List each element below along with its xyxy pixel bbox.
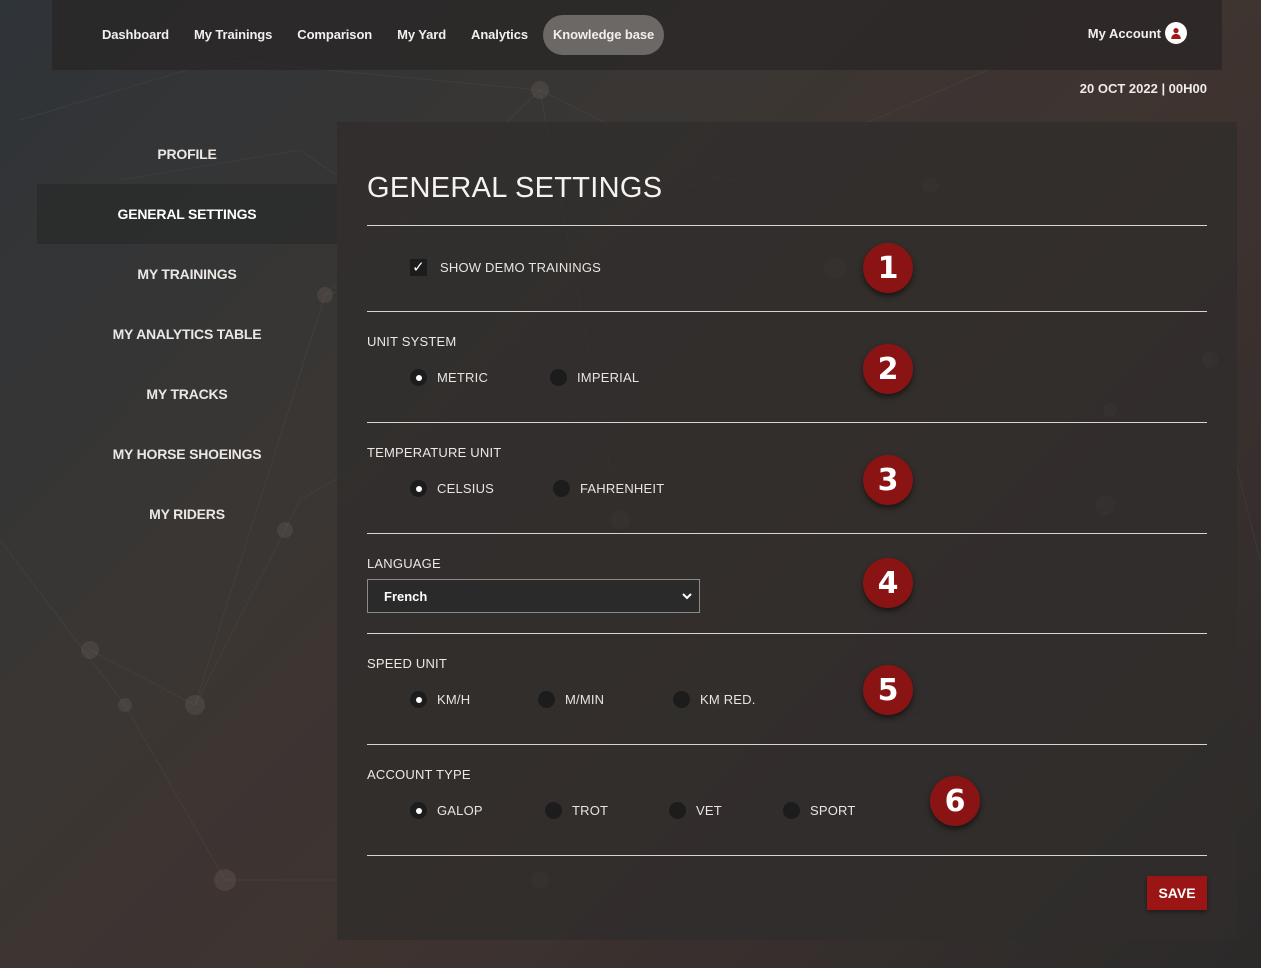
- radio-km-h[interactable]: KM/H: [410, 691, 470, 708]
- my-account-menu[interactable]: My Account: [1088, 22, 1187, 44]
- radio-unselected-icon: [783, 802, 800, 819]
- sidebar-item-profile[interactable]: PROFILE: [37, 124, 337, 184]
- divider: [367, 855, 1207, 856]
- radio-trot[interactable]: TROT: [545, 802, 608, 819]
- sidebar-item-general-settings[interactable]: GENERAL SETTINGS: [37, 184, 337, 244]
- sidebar-item-my-trainings[interactable]: MY TRAININGS: [37, 244, 337, 304]
- step-badge-3: 3: [863, 455, 913, 505]
- nav-comparison[interactable]: Comparison: [287, 15, 382, 55]
- radio-selected-icon: [410, 802, 427, 819]
- chevron-down-icon: [682, 593, 692, 600]
- unit-system-label: UNIT SYSTEM: [367, 334, 457, 349]
- nav-my-trainings[interactable]: My Trainings: [184, 15, 282, 55]
- radio-label: GALOP: [437, 803, 483, 818]
- user-icon: [1165, 22, 1187, 44]
- radio-imperial[interactable]: IMPERIAL: [550, 369, 639, 386]
- radio-label: KM RED.: [700, 692, 756, 707]
- nav-knowledge-base[interactable]: Knowledge base: [542, 15, 665, 55]
- language-label: LANGUAGE: [367, 556, 441, 571]
- sidebar-item-my-tracks[interactable]: MY TRACKS: [37, 364, 337, 424]
- step-badge-5: 5: [863, 665, 913, 715]
- divider: [367, 225, 1207, 226]
- radio-label: FAHRENHEIT: [580, 481, 665, 496]
- radio-metric[interactable]: METRIC: [410, 369, 488, 386]
- radio-vet[interactable]: VET: [669, 802, 722, 819]
- radio-selected-icon: [410, 480, 427, 497]
- radio-fahrenheit[interactable]: FAHRENHEIT: [553, 480, 664, 497]
- settings-sidebar: PROFILE GENERAL SETTINGS MY TRAININGS MY…: [37, 124, 337, 544]
- sidebar-item-my-horse-shoeings[interactable]: MY HORSE SHOEINGS: [37, 424, 337, 484]
- general-settings-panel: GENERAL SETTINGS ✓ SHOW DEMO TRAININGS 1…: [337, 122, 1237, 940]
- radio-label: CELSIUS: [437, 481, 495, 496]
- speed-unit-label: SPEED UNIT: [367, 656, 448, 671]
- radio-unselected-icon: [550, 369, 567, 386]
- radio-unselected-icon: [545, 802, 562, 819]
- show-demo-trainings-checkbox[interactable]: ✓ SHOW DEMO TRAININGS: [410, 259, 601, 276]
- main-nav: Dashboard My Trainings Comparison My Yar…: [92, 15, 669, 55]
- radio-sport[interactable]: SPORT: [783, 802, 856, 819]
- divider: [367, 311, 1207, 312]
- sidebar-item-my-analytics-table[interactable]: MY ANALYTICS TABLE: [37, 304, 337, 364]
- radio-galop[interactable]: GALOP: [410, 802, 483, 819]
- radio-unselected-icon: [669, 802, 686, 819]
- show-demo-trainings-label: SHOW DEMO TRAININGS: [440, 260, 602, 275]
- language-select[interactable]: French: [367, 579, 700, 613]
- divider: [367, 744, 1207, 745]
- date-time-display: 20 OCT 2022 | 00H00: [1079, 81, 1207, 96]
- temperature-unit-label: TEMPERATURE UNIT: [367, 445, 502, 460]
- step-badge-4: 4: [863, 558, 913, 608]
- radio-m-min[interactable]: M/MIN: [538, 691, 604, 708]
- save-button[interactable]: SAVE: [1147, 876, 1207, 910]
- page-title: GENERAL SETTINGS: [367, 172, 663, 204]
- nav-analytics[interactable]: Analytics: [461, 15, 538, 55]
- radio-label: SPORT: [810, 803, 856, 818]
- radio-unselected-icon: [538, 691, 555, 708]
- nav-dashboard[interactable]: Dashboard: [92, 15, 179, 55]
- nav-my-yard[interactable]: My Yard: [387, 15, 456, 55]
- checkbox-checked-icon: ✓: [410, 259, 427, 276]
- account-type-label: ACCOUNT TYPE: [367, 767, 471, 782]
- radio-selected-icon: [410, 369, 427, 386]
- radio-unselected-icon: [553, 480, 570, 497]
- radio-label: M/MIN: [565, 692, 605, 707]
- radio-label: METRIC: [437, 370, 489, 385]
- step-badge-2: 2: [863, 344, 913, 394]
- language-selected-value: French: [384, 588, 428, 604]
- divider: [367, 533, 1207, 534]
- radio-km-red[interactable]: KM RED.: [673, 691, 756, 708]
- radio-label: VET: [696, 803, 722, 818]
- radio-label: KM/H: [437, 692, 471, 707]
- step-badge-1: 1: [863, 243, 913, 293]
- my-account-label: My Account: [1087, 25, 1161, 41]
- radio-selected-icon: [410, 691, 427, 708]
- divider: [367, 633, 1207, 634]
- step-badge-6: 6: [930, 776, 980, 826]
- top-navigation-bar: Dashboard My Trainings Comparison My Yar…: [52, 0, 1222, 70]
- radio-label: TROT: [572, 803, 609, 818]
- divider: [367, 422, 1207, 423]
- radio-unselected-icon: [673, 691, 690, 708]
- radio-celsius[interactable]: CELSIUS: [410, 480, 494, 497]
- radio-label: IMPERIAL: [577, 370, 640, 385]
- sidebar-item-my-riders[interactable]: MY RIDERS: [37, 484, 337, 544]
